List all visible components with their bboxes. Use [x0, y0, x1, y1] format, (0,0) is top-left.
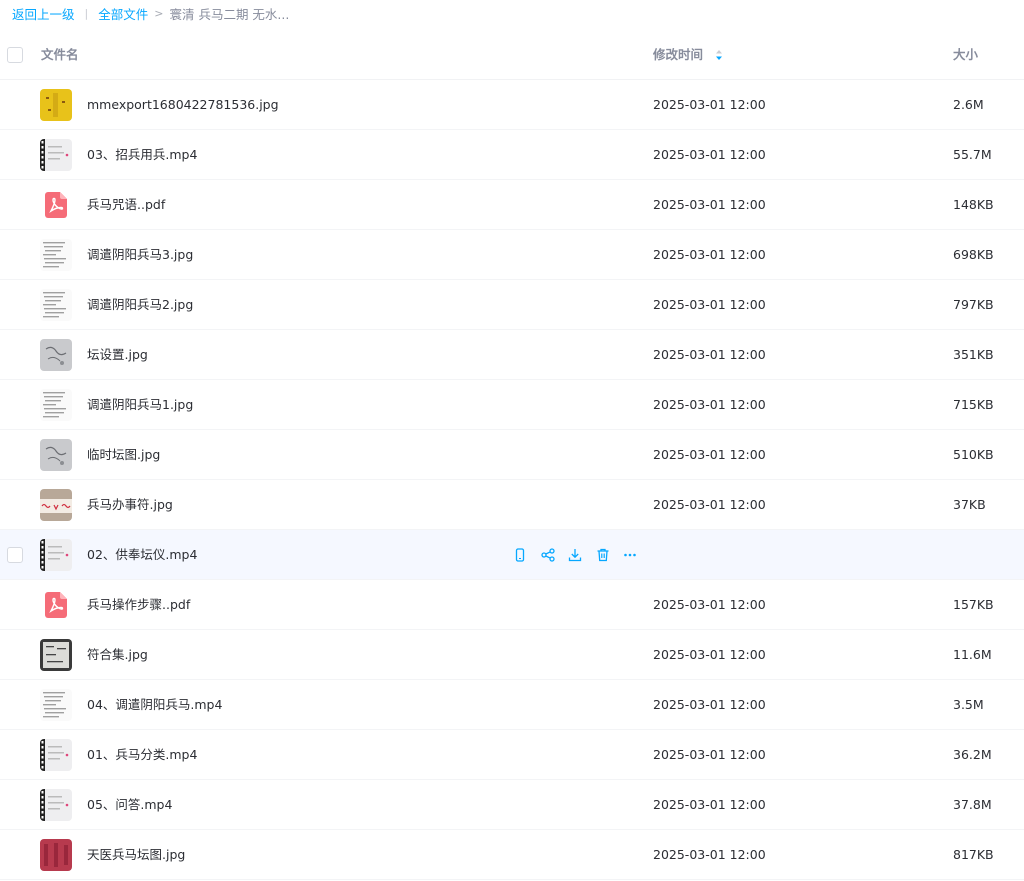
- file-thumbnail: [40, 689, 72, 721]
- file-row[interactable]: 兵马办事符.jpg 2025-03-01 12:00 37KB: [0, 480, 1024, 530]
- file-size: 3.5M: [953, 697, 984, 712]
- file-name[interactable]: 01、兵马分类.mp4: [87, 730, 197, 780]
- file-size: 37KB: [953, 497, 986, 512]
- more-icon[interactable]: [620, 545, 640, 565]
- phone-icon[interactable]: [510, 545, 530, 565]
- file-name[interactable]: 调遣阴阳兵马1.jpg: [87, 380, 193, 430]
- file-modified-time: 2025-03-01 12:00: [653, 597, 766, 612]
- file-row[interactable]: 临时坛图.jpg 2025-03-01 12:00 510KB: [0, 430, 1024, 480]
- column-header-size[interactable]: 大小: [953, 30, 978, 80]
- download-icon[interactable]: [565, 545, 585, 565]
- file-thumbnail: [40, 639, 72, 671]
- file-modified-time: 2025-03-01 12:00: [653, 147, 766, 162]
- file-name[interactable]: 兵马操作步骤..pdf: [87, 580, 190, 630]
- sort-icon[interactable]: [715, 49, 723, 61]
- file-modified-time: 2025-03-01 12:00: [653, 297, 766, 312]
- file-row[interactable]: 03、招兵用兵.mp4 2025-03-01 12:00 55.7M: [0, 130, 1024, 180]
- delete-icon[interactable]: [593, 545, 613, 565]
- file-modified-time: 2025-03-01 12:00: [653, 247, 766, 262]
- file-thumbnail: [40, 89, 72, 121]
- table-header: 文件名 修改时间 大小: [0, 30, 1024, 80]
- file-size: 817KB: [953, 847, 994, 862]
- file-row[interactable]: 02、供奉坛仪.mp4: [0, 530, 1024, 580]
- file-name[interactable]: 调遣阴阳兵马2.jpg: [87, 280, 193, 330]
- file-row[interactable]: 04、调遣阴阳兵马.mp4 2025-03-01 12:00 3.5M: [0, 680, 1024, 730]
- file-row[interactable]: 调遣阴阳兵马1.jpg 2025-03-01 12:00 715KB: [0, 380, 1024, 430]
- file-thumbnail: [40, 289, 72, 321]
- file-thumbnail: [40, 839, 72, 871]
- file-size: 55.7M: [953, 147, 992, 162]
- back-link[interactable]: 返回上一级: [12, 4, 75, 23]
- file-row[interactable]: 兵马咒语..pdf 2025-03-01 12:00 148KB: [0, 180, 1024, 230]
- file-thumbnail: [40, 789, 72, 821]
- file-size: 157KB: [953, 597, 994, 612]
- file-modified-time: 2025-03-01 12:00: [653, 847, 766, 862]
- row-checkbox[interactable]: [7, 547, 23, 563]
- file-modified-time: 2025-03-01 12:00: [653, 97, 766, 112]
- file-name[interactable]: 调遣阴阳兵马3.jpg: [87, 230, 193, 280]
- file-modified-time: 2025-03-01 12:00: [653, 497, 766, 512]
- file-size: 698KB: [953, 247, 994, 262]
- file-modified-time: 2025-03-01 12:00: [653, 797, 766, 812]
- file-row[interactable]: 兵马操作步骤..pdf 2025-03-01 12:00 157KB: [0, 580, 1024, 630]
- all-files-link[interactable]: 全部文件: [98, 4, 148, 23]
- file-name[interactable]: mmexport1680422781536.jpg: [87, 80, 279, 130]
- file-name[interactable]: 03、招兵用兵.mp4: [87, 130, 197, 180]
- file-name[interactable]: 02、供奉坛仪.mp4: [87, 530, 197, 580]
- pdf-icon: [40, 589, 72, 621]
- pdf-icon: [40, 189, 72, 221]
- row-actions: [510, 545, 648, 565]
- file-name[interactable]: 天医兵马坛图.jpg: [87, 830, 185, 880]
- file-modified-time: 2025-03-01 12:00: [653, 347, 766, 362]
- column-header-modified[interactable]: 修改时间: [653, 30, 723, 80]
- chevron-right-icon: >: [154, 6, 164, 20]
- file-name[interactable]: 兵马办事符.jpg: [87, 480, 173, 530]
- share-icon[interactable]: [538, 545, 558, 565]
- current-folder: 寰清 兵马二期 无水...: [169, 6, 290, 22]
- file-thumbnail: [40, 339, 72, 371]
- file-size: 510KB: [953, 447, 994, 462]
- file-row[interactable]: 05、问答.mp4 2025-03-01 12:00 37.8M: [0, 780, 1024, 830]
- file-size: 2.6M: [953, 97, 984, 112]
- file-name[interactable]: 符合集.jpg: [87, 630, 148, 680]
- file-row[interactable]: 调遣阴阳兵马3.jpg 2025-03-01 12:00 698KB: [0, 230, 1024, 280]
- column-header-modified-label: 修改时间: [653, 47, 704, 62]
- file-thumbnail: [40, 739, 72, 771]
- file-thumbnail: [40, 389, 72, 421]
- file-row[interactable]: 调遣阴阳兵马2.jpg 2025-03-01 12:00 797KB: [0, 280, 1024, 330]
- breadcrumb: 返回上一级 | 全部文件 > 寰清 兵马二期 无水...: [0, 0, 1024, 26]
- file-name[interactable]: 临时坛图.jpg: [87, 430, 160, 480]
- select-all-checkbox[interactable]: [7, 47, 23, 63]
- file-modified-time: 2025-03-01 12:00: [653, 747, 766, 762]
- breadcrumb-divider: |: [84, 6, 89, 20]
- file-name[interactable]: 04、调遣阴阳兵马.mp4: [87, 680, 222, 730]
- file-size: 148KB: [953, 197, 994, 212]
- column-header-name[interactable]: 文件名: [41, 30, 79, 80]
- file-row[interactable]: 01、兵马分类.mp4 2025-03-01 12:00 36.2M: [0, 730, 1024, 780]
- file-modified-time: 2025-03-01 12:00: [653, 197, 766, 212]
- file-size: 36.2M: [953, 747, 992, 762]
- file-size: 11.6M: [953, 647, 992, 662]
- file-size: 351KB: [953, 347, 994, 362]
- file-name[interactable]: 兵马咒语..pdf: [87, 180, 165, 230]
- file-row[interactable]: mmexport1680422781536.jpg 2025-03-01 12:0…: [0, 80, 1024, 130]
- file-thumbnail: [40, 139, 72, 171]
- file-row[interactable]: 天医兵马坛图.jpg 2025-03-01 12:00 817KB: [0, 830, 1024, 880]
- file-thumbnail: [40, 489, 72, 521]
- file-name[interactable]: 05、问答.mp4: [87, 780, 172, 830]
- file-modified-time: 2025-03-01 12:00: [653, 447, 766, 462]
- file-modified-time: 2025-03-01 12:00: [653, 647, 766, 662]
- file-name[interactable]: 坛设置.jpg: [87, 330, 148, 380]
- file-size: 715KB: [953, 397, 994, 412]
- file-row[interactable]: 符合集.jpg 2025-03-01 12:00 11.6M: [0, 630, 1024, 680]
- file-thumbnail: [40, 239, 72, 271]
- file-thumbnail: [40, 439, 72, 471]
- file-modified-time: 2025-03-01 12:00: [653, 697, 766, 712]
- file-size: 797KB: [953, 297, 994, 312]
- file-size: 37.8M: [953, 797, 992, 812]
- file-modified-time: 2025-03-01 12:00: [653, 397, 766, 412]
- file-thumbnail: [40, 539, 72, 571]
- file-row[interactable]: 坛设置.jpg 2025-03-01 12:00 351KB: [0, 330, 1024, 380]
